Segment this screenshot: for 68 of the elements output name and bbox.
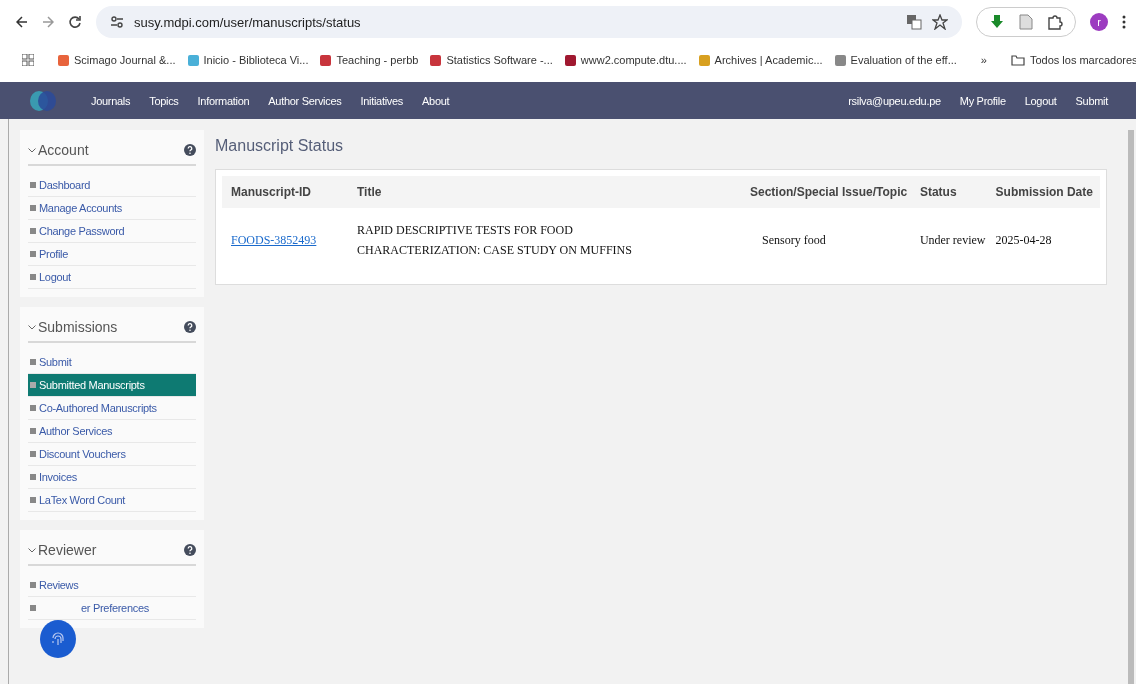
sidebar-link[interactable]: Author Services (28, 420, 196, 443)
chevron-down-icon[interactable] (28, 547, 36, 553)
table-cell: Under review (915, 208, 992, 274)
nav-link[interactable]: rsilva@upeu.edu.pe (848, 94, 941, 107)
site-settings-icon[interactable] (110, 16, 124, 28)
table-cell: 2025-04-28 (991, 208, 1100, 274)
profile-avatar[interactable]: r (1090, 13, 1108, 31)
document-icon[interactable] (1019, 14, 1033, 30)
sidebar-link[interactable]: Profile (28, 243, 196, 266)
table-cell: RAPID DESCRIPTIVE TESTS FOR FOOD CHARACTERIZATION: CASE STUDY ON MUFFINS (345, 208, 746, 274)
panel-title[interactable]: Account (38, 142, 89, 158)
bookmark[interactable]: Archives | Academic... (698, 54, 823, 66)
sidebar-link[interactable]: Dashboard (28, 174, 196, 197)
forward-icon[interactable] (42, 16, 54, 28)
help-icon[interactable] (184, 144, 196, 156)
sidebar-link[interactable]: er Preferences (28, 597, 196, 620)
column-header: Manuscript-ID (222, 176, 345, 208)
nav-link[interactable]: Information (197, 94, 250, 107)
star-icon[interactable] (932, 14, 948, 30)
reload-icon[interactable] (68, 15, 82, 29)
help-icon[interactable] (184, 321, 196, 333)
nav-link[interactable]: My Profile (959, 94, 1006, 107)
column-header: Section/Special Issue/Topic (746, 176, 916, 208)
bookmark[interactable]: Evaluation of the eff... (834, 54, 957, 66)
panel-title[interactable]: Submissions (38, 319, 118, 335)
more-bookmarks[interactable]: » (980, 54, 987, 66)
sidebar-link[interactable]: Discount Vouchers (28, 443, 196, 466)
folder-icon (1010, 54, 1025, 66)
chevron-down-icon[interactable] (28, 147, 36, 153)
sidebar-link[interactable]: Logout (28, 266, 196, 289)
sidebar-link[interactable]: Invoices (28, 466, 196, 489)
column-header: Status (915, 176, 992, 208)
download-icon[interactable] (989, 14, 1005, 30)
nav-link[interactable]: Journals (91, 94, 131, 107)
address-bar[interactable]: susy.mdpi.com/user/manuscripts/status (96, 6, 962, 38)
help-icon[interactable] (184, 544, 196, 556)
manuscript-link[interactable]: FOODS-3852493 (231, 232, 317, 247)
sidebar-link[interactable]: Submitted Manuscripts (28, 374, 196, 397)
sidebar-link[interactable]: Manage Accounts (28, 197, 196, 220)
menu-icon[interactable] (1122, 15, 1126, 29)
bookmark[interactable]: Teaching - perbb (320, 54, 419, 66)
sidebar-link[interactable]: Change Password (28, 220, 196, 243)
sidebar-link[interactable]: LaTex Word Count (28, 489, 196, 512)
nav-link[interactable]: Topics (149, 94, 179, 107)
nav-link[interactable]: Logout (1024, 94, 1057, 107)
translate-icon[interactable] (906, 14, 922, 30)
panel-title[interactable]: Reviewer (38, 542, 97, 558)
sidebar-link[interactable]: Co-Authored Manuscripts (28, 397, 196, 420)
page-title: Manuscript Status (215, 137, 345, 155)
bookmark[interactable]: Statistics Software -... (430, 54, 553, 66)
bookmark[interactable]: Scimago Journal &... (58, 54, 176, 66)
bookmark[interactable]: www2.compute.dtu.... (564, 54, 687, 66)
fingerprint-button[interactable] (40, 620, 76, 658)
column-header: Title (345, 176, 746, 208)
nav-link[interactable]: Author Services (268, 94, 342, 107)
chevron-down-icon[interactable] (28, 324, 36, 330)
puzzle-icon[interactable] (1047, 14, 1063, 30)
nav-link[interactable]: Submit (1075, 94, 1108, 107)
column-header: Submission Date (991, 176, 1100, 208)
sidebar-link[interactable]: Reviews (28, 574, 196, 597)
bookmark[interactable]: Inicio - Biblioteca Vi... (187, 54, 309, 66)
table-cell: Sensory food (746, 208, 916, 274)
apps-icon[interactable] (22, 54, 34, 66)
nav-link[interactable]: About (422, 94, 450, 107)
logo-icon[interactable] (28, 89, 58, 112)
back-icon[interactable] (16, 16, 28, 28)
nav-link[interactable]: Initiatives (360, 94, 404, 107)
fingerprint-icon (51, 631, 65, 647)
